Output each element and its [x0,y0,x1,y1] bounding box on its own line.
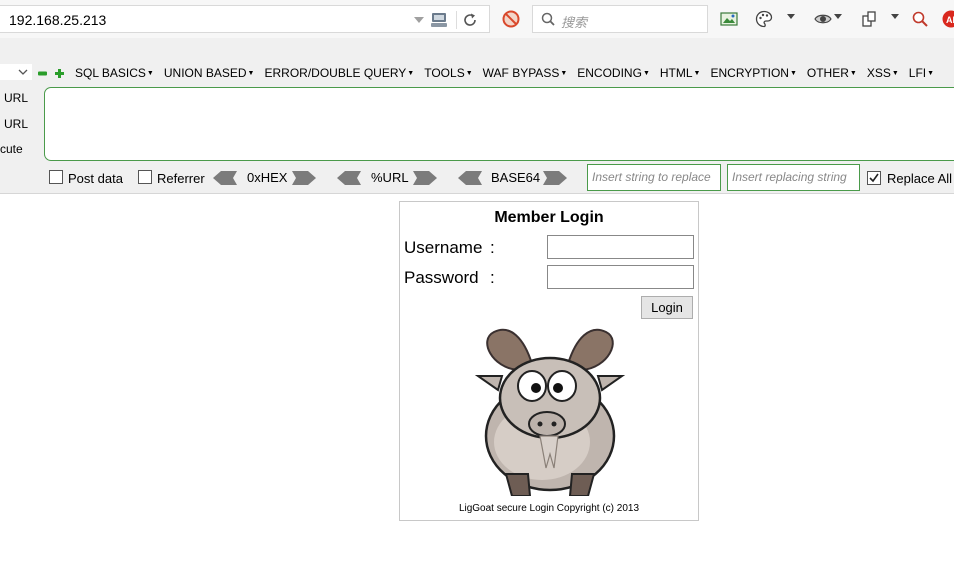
menu-lfi[interactable]: LFI▼ [909,66,934,82]
referrer-label: Referrer [157,171,205,186]
password-colon: : [490,268,495,287]
arrow-right-icon[interactable] [292,171,316,185]
arrow-left-icon[interactable] [213,171,237,185]
menu-tools[interactable]: TOOLS▼ [424,66,472,82]
checkmark-icon [869,173,879,183]
decrease-icon[interactable] [38,69,47,78]
post-data-label: Post data [68,171,123,186]
arrow-right-icon[interactable] [543,171,567,185]
load-url-button[interactable]: URL [4,91,28,105]
username-input[interactable] [547,235,694,259]
server-icon[interactable] [430,12,448,28]
login-title: Member Login [494,209,604,226]
split-url-button[interactable]: URL [4,117,28,131]
base64-label: BASE64 [491,170,541,185]
copyright-footer: LigGoat secure Login Copyright (c) 2013 [458,503,640,514]
menu-error-double-query[interactable]: ERROR/DOUBLE QUERY▼ [264,66,414,82]
magnifier-icon[interactable] [911,10,929,28]
chevron-down-icon[interactable] [18,69,28,76]
palette-icon[interactable] [755,10,773,28]
execute-button[interactable]: cute [0,142,23,156]
svg-text:AB: AB [946,15,954,25]
password-input[interactable] [547,265,694,289]
eye-icon[interactable] [814,10,832,28]
reload-icon[interactable] [462,12,478,28]
url-textarea[interactable] [44,87,954,161]
menu-encoding[interactable]: ENCODING▼ [577,66,650,82]
replace-all-checkbox[interactable] [867,171,881,185]
menu-sql-basics[interactable]: SQL BASICS▼ [75,66,154,82]
chevron-down-icon[interactable] [891,14,899,20]
password-label: Password [404,268,479,287]
arrow-left-icon[interactable] [337,171,361,185]
hackbar-panel: SQL BASICS▼ UNION BASED▼ ERROR/DOUBLE QU… [0,38,954,194]
chevron-down-icon[interactable] [787,14,795,20]
referrer-checkbox[interactable] [138,170,152,184]
arrow-left-icon[interactable] [458,171,482,185]
chevron-down-icon[interactable] [834,14,842,20]
hackbar-menu: SQL BASICS▼ UNION BASED▼ ERROR/DOUBLE QU… [75,66,944,82]
search-icon [541,12,555,26]
menu-html[interactable]: HTML▼ [660,66,701,82]
browser-toolbar: 192.168.25.213 搜索 A [0,0,954,38]
image-translate-icon[interactable] [720,10,738,28]
adblock-plus-icon[interactable]: AB [942,10,954,28]
url-encode-label: %URL [371,170,409,185]
replace-all-label: Replace All [887,171,953,186]
copy-icon[interactable] [860,10,878,28]
goat-logo [474,328,626,496]
find-string-input[interactable]: Insert string to replace [587,164,721,191]
increase-icon[interactable] [55,69,64,78]
arrow-right-icon[interactable] [413,171,437,185]
username-label: Username [404,238,483,257]
address-bar[interactable]: 192.168.25.213 [0,5,490,33]
menu-other[interactable]: OTHER▼ [807,66,857,82]
search-placeholder: 搜索 [561,15,588,30]
post-data-checkbox[interactable] [49,170,63,184]
chevron-down-icon[interactable] [413,14,425,26]
menu-union-based[interactable]: UNION BASED▼ [164,66,255,82]
username-colon: : [490,238,495,257]
adblock-icon[interactable] [502,10,520,28]
divider [456,11,457,29]
url-text[interactable]: 192.168.25.213 [9,12,106,28]
login-button[interactable]: Login [641,296,693,319]
hex-label: 0xHEX [247,170,288,185]
menu-encryption[interactable]: ENCRYPTION▼ [710,66,796,82]
replace-string-input[interactable]: Insert replacing string [727,164,860,191]
search-box[interactable]: 搜索 [532,5,708,33]
login-form: Member Login Username : Password : Login… [399,201,699,521]
menu-waf-bypass[interactable]: WAF BYPASS▼ [483,66,568,82]
menu-xss[interactable]: XSS▼ [867,66,899,82]
